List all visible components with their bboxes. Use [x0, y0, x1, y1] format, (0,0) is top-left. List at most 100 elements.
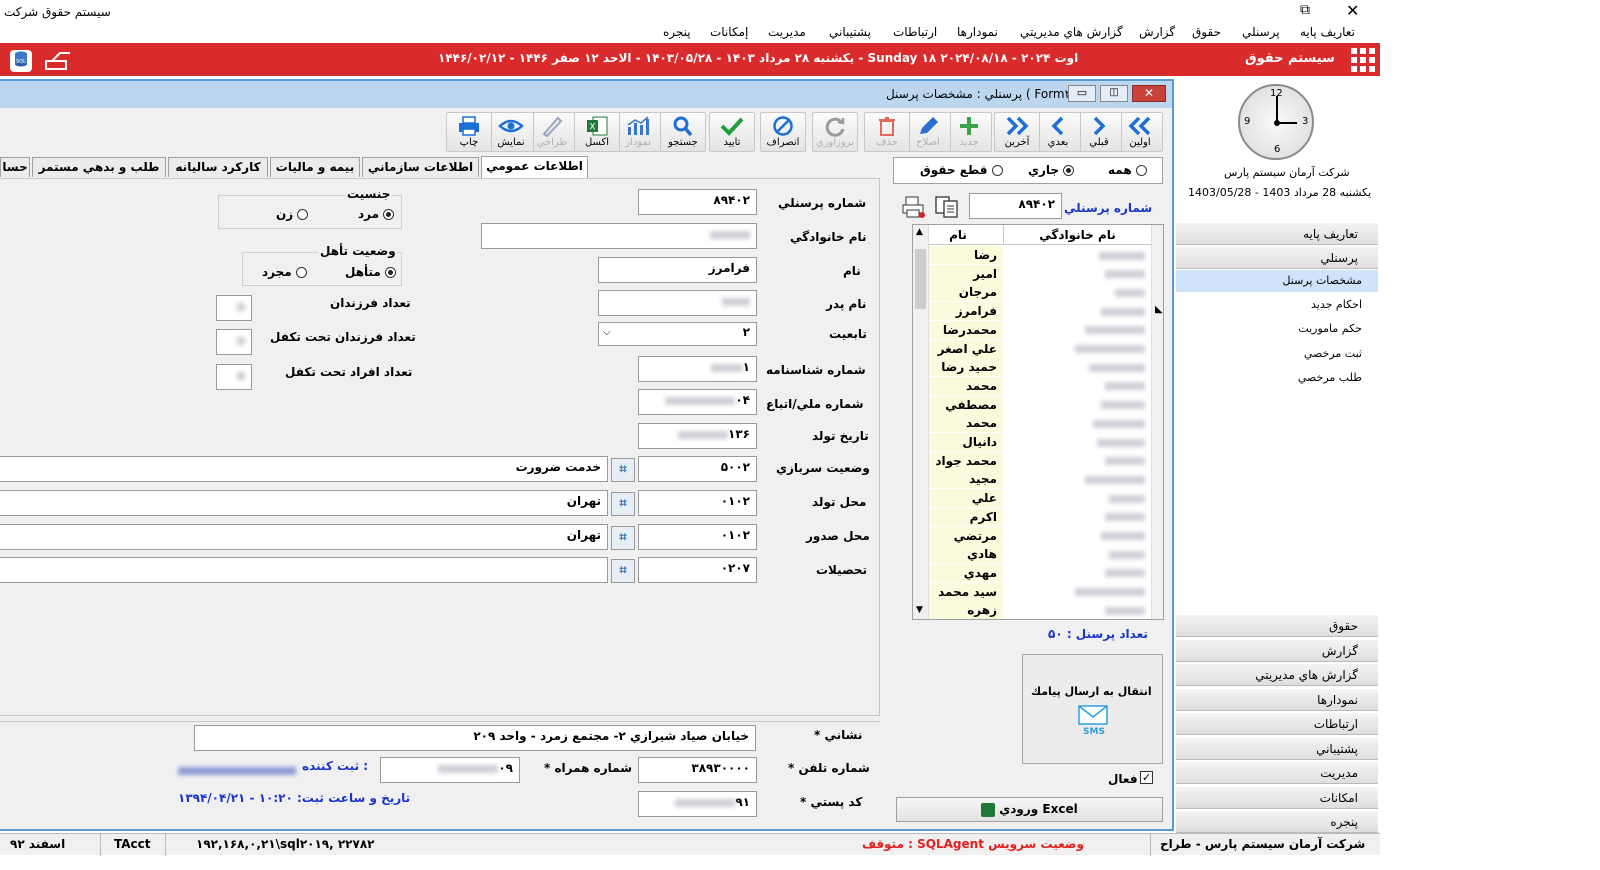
- grid-row[interactable]: مرجان: [913, 283, 1151, 302]
- menu-tools[interactable]: إمكانات: [710, 25, 748, 39]
- sidebar-group-charts[interactable]: نمودارها: [1176, 689, 1378, 711]
- grid-row[interactable]: محمدرضا: [913, 320, 1151, 339]
- menu-management-reports[interactable]: گزارش هاي مديريتي: [1020, 25, 1123, 39]
- sidebar-group-salary[interactable]: حقوق: [1176, 615, 1378, 637]
- education-code-input[interactable]: ۰۲۰۷: [638, 557, 757, 583]
- grid-row[interactable]: مجيد: [913, 470, 1151, 489]
- design-button[interactable]: طراحي: [529, 112, 575, 152]
- scroll-down-icon[interactable]: ▼: [916, 605, 923, 615]
- binoculars-icon[interactable]: ⌗: [611, 526, 635, 550]
- postal-input[interactable]: ۹۱: [638, 791, 757, 817]
- search-button[interactable]: جستجو: [660, 112, 706, 152]
- sidebar-group-tools[interactable]: امكانات: [1176, 787, 1378, 809]
- tab-general-info[interactable]: اطلاعات عمومي: [481, 156, 588, 178]
- marital-single-radio[interactable]: مجرد: [262, 265, 307, 279]
- grid-row[interactable]: محمد: [913, 414, 1151, 433]
- sidebar-group-management-reports[interactable]: گزارش هاي مديريتي: [1176, 664, 1378, 686]
- app-grid-icon[interactable]: [1350, 47, 1376, 76]
- menu-window[interactable]: پنجره: [663, 25, 691, 39]
- print-button[interactable]: چاپ: [446, 112, 492, 152]
- tab-annual-work[interactable]: كاركرد ساليانه: [168, 157, 268, 177]
- menu-admin[interactable]: مديريت: [768, 25, 806, 39]
- nationality-select[interactable]: ⌵ ۲: [598, 322, 757, 346]
- sidebar-group-support[interactable]: پشتيباني: [1176, 738, 1378, 760]
- excel-import-button[interactable]: ورودي Excel: [896, 797, 1163, 822]
- sms-transfer-button[interactable]: انتقال به ارسال پيامك SMS: [1022, 654, 1163, 764]
- search-personnel-input[interactable]: ۸۹۴۰۲: [969, 193, 1062, 219]
- personnel-no-input[interactable]: ۸۹۴۰۲: [638, 189, 757, 215]
- sidebar-item-mission[interactable]: حكم ماموريت: [1176, 318, 1378, 340]
- last-button[interactable]: آخرين: [994, 112, 1040, 152]
- menu-communications[interactable]: ارتباطات: [893, 25, 937, 39]
- menu-personnel[interactable]: پرسنلي: [1242, 25, 1280, 39]
- active-checkbox[interactable]: ✓: [1140, 771, 1153, 784]
- grid-row[interactable]: محمد: [913, 376, 1151, 395]
- gender-male-radio[interactable]: مرد: [358, 207, 395, 221]
- family-input[interactable]: [481, 223, 757, 249]
- copy-icon[interactable]: [933, 195, 961, 219]
- grid-row[interactable]: محمد جواد: [913, 451, 1151, 470]
- tab-organization-info[interactable]: اطلاعات سازماني: [362, 157, 479, 177]
- sidebar-group-admin[interactable]: مديريت: [1176, 762, 1378, 784]
- birth-place-code-input[interactable]: ۰۱۰۲: [638, 490, 757, 516]
- menu-charts[interactable]: نمودارها: [957, 25, 998, 39]
- grid-row[interactable]: فرامرز: [913, 302, 1151, 321]
- next-button[interactable]: بعدي: [1035, 112, 1081, 152]
- personnel-grid[interactable]: نام خانوادگي نام رضا امير مرجان فرامرز محمدر…: [912, 224, 1164, 620]
- grid-row[interactable]: حميد رضا: [913, 358, 1151, 377]
- children-dep-input[interactable]: [216, 329, 252, 355]
- sidebar-item-leave-record[interactable]: ثبت مرخصي: [1176, 343, 1378, 365]
- restore-icon[interactable]: ⧉: [1300, 2, 1310, 18]
- excel-button[interactable]: X اكسل: [574, 112, 620, 152]
- print-list-icon[interactable]: [900, 195, 928, 219]
- view-button[interactable]: نمايش: [488, 112, 534, 152]
- sidebar-group-report[interactable]: گزارش: [1176, 640, 1378, 662]
- sidebar-group-personnel[interactable]: پرسنلي: [1176, 247, 1378, 269]
- chart-button[interactable]: نمودار: [615, 112, 661, 152]
- refresh-button[interactable]: بروزآوري: [812, 112, 858, 152]
- sidebar-item-leave-request[interactable]: طلب مرخصي: [1176, 367, 1378, 389]
- menu-salary[interactable]: حقوق: [1192, 25, 1221, 39]
- filter-all-radio[interactable]: همه: [1108, 163, 1147, 177]
- sidebar-group-base[interactable]: تعاریف پایه: [1176, 223, 1378, 245]
- gender-female-radio[interactable]: زن: [276, 207, 309, 221]
- tab-insurance-tax[interactable]: بيمه و ماليات: [270, 157, 360, 177]
- close-icon[interactable]: ✕: [1346, 1, 1359, 20]
- sidebar-item-personnel-details[interactable]: مشخصات پرسنل: [1176, 270, 1378, 292]
- address-input[interactable]: خيابان صياد شيرازي ۲- مجتمع زمرد - واحد …: [194, 725, 756, 751]
- issue-place-code-input[interactable]: ۰۱۰۲: [638, 524, 757, 550]
- col-family-header[interactable]: نام خانوادگي: [1003, 225, 1151, 245]
- first-button[interactable]: اولین: [1117, 112, 1163, 152]
- filter-stopped-radio[interactable]: قطع حقوق: [920, 163, 1003, 177]
- form-close-button[interactable]: ✕: [1132, 85, 1166, 102]
- sidebar-group-communications[interactable]: ارتباطات: [1176, 713, 1378, 735]
- grid-row[interactable]: علي اصغر: [913, 339, 1151, 358]
- grid-row[interactable]: علي: [913, 489, 1151, 508]
- name-input[interactable]: فرامرز: [598, 257, 757, 283]
- grid-row[interactable]: هادي: [913, 545, 1151, 564]
- new-button[interactable]: جديد: [946, 112, 992, 152]
- menu-base[interactable]: تعاریف پایه: [1300, 25, 1355, 39]
- grid-row[interactable]: دانيال: [913, 433, 1151, 451]
- mobile-input[interactable]: ۰۹: [380, 757, 520, 783]
- database-icon[interactable]: SQL: [10, 50, 32, 72]
- persons-dep-input[interactable]: [216, 364, 252, 390]
- tab-account[interactable]: حسا: [0, 157, 30, 177]
- grid-row[interactable]: مصطفي: [913, 395, 1151, 414]
- phone-input[interactable]: ۳۸۹۳۰۰۰۰: [638, 757, 757, 783]
- binoculars-icon[interactable]: ⌗: [611, 492, 635, 516]
- binoculars-icon[interactable]: ⌗: [611, 458, 635, 482]
- father-input[interactable]: [598, 290, 757, 316]
- grid-row[interactable]: مهدي: [913, 563, 1151, 582]
- scroll-up-icon[interactable]: ▲: [916, 227, 923, 237]
- birth-date-input[interactable]: ۱۳۶: [638, 423, 757, 449]
- scroll-thumb[interactable]: [915, 249, 926, 309]
- confirm-button[interactable]: تاييد: [709, 112, 755, 152]
- filter-current-radio[interactable]: جاري: [1028, 163, 1075, 177]
- grid-scrollbar-left[interactable]: ▲ ▼: [913, 225, 929, 619]
- cancel-button[interactable]: انصراف: [760, 112, 806, 152]
- military-code-input[interactable]: ۵۰۰۲: [638, 456, 757, 482]
- grid-row[interactable]: سيد محمد: [913, 582, 1151, 601]
- marital-married-radio[interactable]: متأهل: [345, 265, 397, 279]
- exit-icon[interactable]: [44, 51, 72, 74]
